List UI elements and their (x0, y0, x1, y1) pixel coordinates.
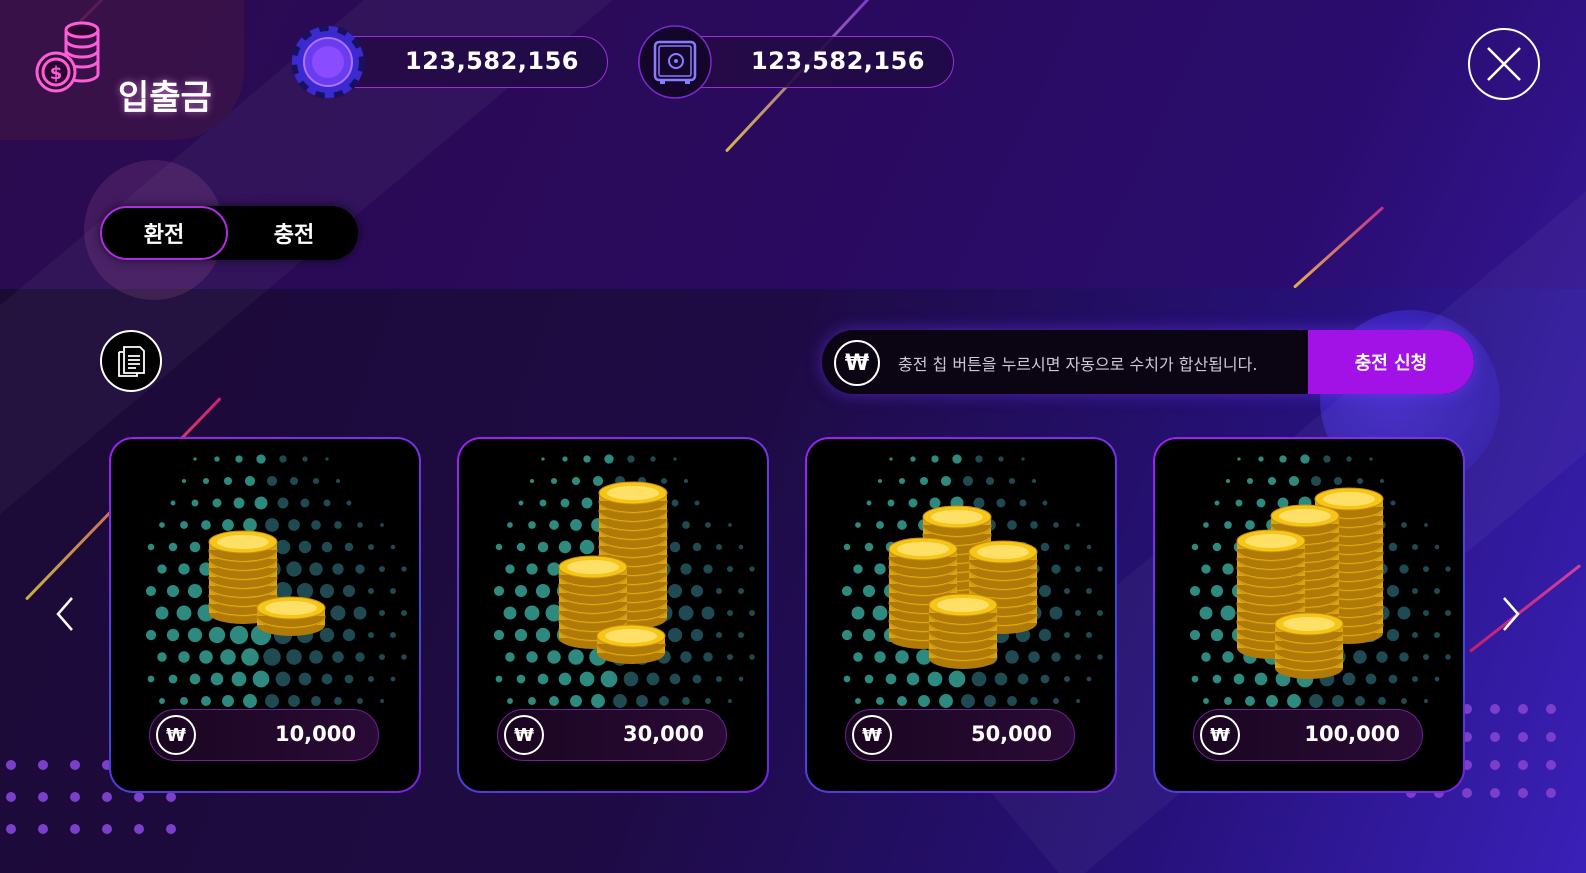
charge-request-bar: ₩ 충전 칩 버튼을 누르시면 자동으로 수치가 합산됩니다. 충전 신청 (822, 330, 1474, 394)
won-icon: ₩ (1200, 715, 1240, 755)
price-tag: ₩ 100,000 (1193, 709, 1423, 761)
chevron-right-icon[interactable] (1496, 594, 1526, 634)
chip-balance-value: 123,582,156 (404, 47, 579, 75)
package-amount: 50,000 (970, 722, 1052, 746)
price-tag: ₩ 10,000 (149, 709, 379, 761)
safe-icon (638, 25, 712, 99)
package-amount: 10,000 (274, 722, 356, 746)
package-card[interactable]: ₩ 50,000 (805, 437, 1117, 793)
charge-request-button[interactable]: 충전 신청 (1308, 330, 1474, 394)
won-icon: ₩ (156, 715, 196, 755)
package-card[interactable]: ₩ 10,000 (109, 437, 421, 793)
won-icon: ₩ (504, 715, 544, 755)
charge-hint-text: 충전 칩 버튼을 누르시면 자동으로 수치가 합산됩니다. (898, 355, 1258, 374)
package-amount: 30,000 (622, 722, 704, 746)
package-card[interactable]: ₩ 100,000 (1153, 437, 1465, 793)
tab-charge[interactable]: 충전 (230, 206, 358, 260)
document-list-icon (118, 346, 145, 377)
close-button[interactable] (1468, 28, 1540, 100)
brand-panel: $ 입출금 (0, 0, 244, 140)
page-title: 입출금 (118, 78, 212, 118)
close-icon (1487, 47, 1521, 81)
price-tag: ₩ 50,000 (845, 709, 1075, 761)
package-card[interactable]: ₩ 30,000 (457, 437, 769, 793)
won-icon: ₩ (852, 715, 892, 755)
won-icon: ₩ (834, 340, 880, 386)
mode-tabs: 환전 충전 (100, 206, 358, 260)
history-button[interactable] (100, 330, 162, 392)
safe-balance-value: 123,582,156 (750, 47, 925, 75)
svg-text:$: $ (50, 63, 63, 84)
package-amount: 100,000 (1304, 722, 1400, 746)
chevron-left-icon[interactable] (50, 594, 80, 634)
tab-exchange[interactable]: 환전 (100, 206, 228, 260)
coins-icon: $ (35, 21, 100, 93)
price-tag: ₩ 30,000 (497, 709, 727, 761)
poker-chip-icon (291, 25, 365, 99)
